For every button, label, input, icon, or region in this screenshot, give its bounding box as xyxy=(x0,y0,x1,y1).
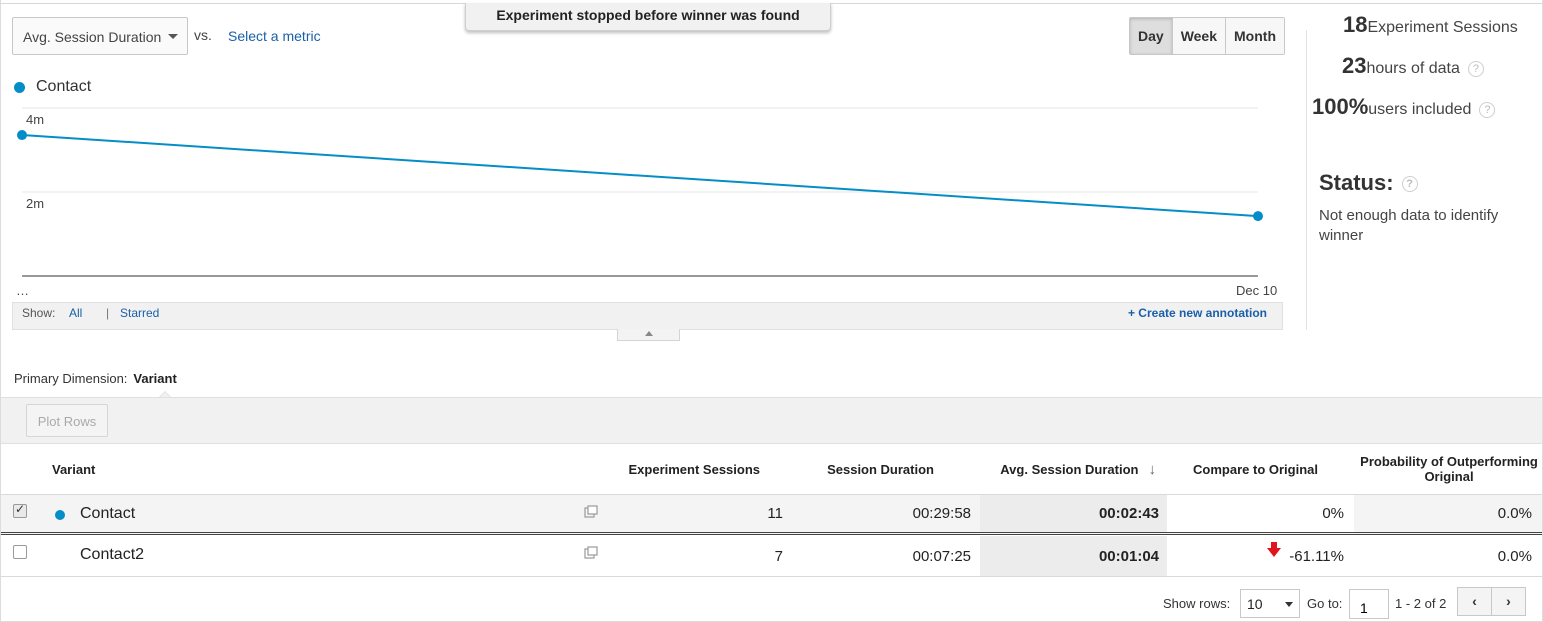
users-label: users included xyxy=(1368,101,1472,118)
dimension-pointer xyxy=(159,391,171,397)
series-dot-icon xyxy=(55,510,65,520)
y-tick-label: 2m xyxy=(26,196,45,211)
period-month-button[interactable]: Month xyxy=(1226,18,1284,54)
sessions-stat: 18Experiment Sessions xyxy=(1343,12,1518,38)
avg-session-duration-cell: 00:01:04 xyxy=(980,536,1167,576)
probability-cell: 0.0% xyxy=(1497,547,1532,565)
column-header-variant[interactable]: Variant xyxy=(52,444,252,494)
chevron-up-icon xyxy=(645,331,653,336)
table-row: Contact 11 00:29:58 00:02:43 0% 0.0% xyxy=(1,494,1542,535)
x-tick-label: … xyxy=(16,283,29,298)
primary-dimension-label: Primary Dimension: xyxy=(14,371,128,386)
goto-page-input[interactable] xyxy=(1349,589,1389,619)
hours-label: hours of data xyxy=(1366,60,1460,77)
table-toolbar: Plot Rows xyxy=(1,397,1542,444)
help-icon[interactable]: ? xyxy=(1401,176,1418,193)
avg-duration-header-label: Avg. Session Duration xyxy=(1000,461,1139,477)
stats-divider xyxy=(1306,30,1307,330)
help-icon[interactable]: ? xyxy=(1479,101,1496,118)
compare-value: -61.11% xyxy=(1289,547,1344,565)
row-checkbox[interactable] xyxy=(13,502,27,518)
experiment-sessions-cell: 11 xyxy=(767,505,783,522)
period-day-button[interactable]: Day xyxy=(1130,18,1173,54)
hours-count: 23 xyxy=(1342,53,1367,78)
column-header-experiment-sessions[interactable]: Experiment Sessions xyxy=(580,444,761,494)
plot-rows-button[interactable]: Plot Rows xyxy=(26,404,108,437)
users-percent: 100% xyxy=(1312,94,1369,119)
arrow-down-icon xyxy=(1267,541,1282,557)
experiment-status-banner: Experiment stopped before winner was fou… xyxy=(465,3,831,31)
probability-cell: 0.0% xyxy=(1497,505,1532,522)
collapse-chart-button[interactable] xyxy=(617,329,680,341)
row-checkbox[interactable] xyxy=(13,545,27,559)
create-annotation-link[interactable]: + Create new annotation xyxy=(1128,306,1267,320)
status-title-text: Status: xyxy=(1319,170,1394,195)
legend-label: Contact xyxy=(36,78,92,95)
column-header-probability[interactable]: Probability of Outperforming Original xyxy=(1354,444,1543,494)
line-chart xyxy=(17,107,1263,277)
help-icon[interactable]: ? xyxy=(1467,60,1484,77)
status-text: Not enough data to identify winner xyxy=(1319,207,1499,244)
table-row: Contact2 7 00:07:25 00:01:04 -61.11% 0.0… xyxy=(1,536,1542,577)
sort-descending-icon: ↓ xyxy=(1148,460,1157,478)
data-point[interactable] xyxy=(17,130,27,141)
compare-to-original-cell: 0% xyxy=(1167,495,1354,532)
variant-name: Contact xyxy=(80,505,136,522)
vs-label: vs. xyxy=(194,27,212,43)
experiment-sessions-cell: 7 xyxy=(774,547,783,565)
compare-to-original-cell: -61.11% xyxy=(1167,536,1354,576)
popout-icon[interactable] xyxy=(584,505,598,518)
chevron-down-icon xyxy=(1285,602,1293,607)
session-duration-cell: 00:07:25 xyxy=(912,547,971,565)
period-toggle: Day Week Month xyxy=(1129,17,1285,55)
column-header-session-duration[interactable]: Session Duration xyxy=(780,444,934,494)
dimension-variant-tab[interactable]: Variant xyxy=(133,371,176,386)
show-rows-label: Show rows: xyxy=(1163,596,1231,611)
show-label: Show: xyxy=(22,306,56,320)
legend-dot-icon xyxy=(14,82,25,93)
rows-per-page-select[interactable]: 10 xyxy=(1240,589,1300,618)
metric-select-value: Avg. Session Duration xyxy=(23,29,162,45)
chevron-down-icon xyxy=(168,34,178,39)
column-header-compare-to-original[interactable]: Compare to Original xyxy=(1166,444,1318,494)
sessions-count: 18 xyxy=(1343,12,1368,37)
avg-session-duration-cell: 00:02:43 xyxy=(980,495,1167,532)
variant-name: Contact2 xyxy=(80,546,145,563)
show-starred-link[interactable]: Starred xyxy=(120,306,159,320)
link-separator: | xyxy=(106,306,110,320)
select-metric-link[interactable]: Select a metric xyxy=(228,28,321,44)
users-stat: 100%users included? xyxy=(1312,94,1496,120)
goto-label: Go to: xyxy=(1307,596,1343,611)
popout-icon[interactable] xyxy=(584,546,598,559)
period-week-button[interactable]: Week xyxy=(1172,18,1227,54)
hours-stat: 23hours of data? xyxy=(1342,53,1484,79)
show-all-link[interactable]: All xyxy=(69,306,82,320)
series-line xyxy=(21,134,1259,218)
metric-select[interactable]: Avg. Session Duration xyxy=(12,17,188,55)
page-range: 1 - 2 of 2 xyxy=(1395,596,1447,611)
prev-page-button[interactable]: ‹ xyxy=(1457,587,1492,616)
primary-dimension: Primary Dimension: Variant xyxy=(14,371,177,386)
next-page-button[interactable]: › xyxy=(1491,587,1526,616)
annotations-bar: Show: All | Starred + Create new annotat… xyxy=(12,302,1283,330)
rows-per-page-value: 10 xyxy=(1247,596,1263,612)
y-tick-label: 4m xyxy=(26,112,45,127)
session-duration-cell: 00:29:58 xyxy=(912,505,971,522)
column-header-avg-session-duration[interactable]: Avg. Session Duration ↓ xyxy=(980,444,1166,494)
x-tick-label: Dec 10 xyxy=(1236,283,1278,298)
sessions-label: Experiment Sessions xyxy=(1367,19,1518,36)
data-point[interactable] xyxy=(1253,211,1263,222)
status-title: Status:? xyxy=(1319,170,1418,196)
